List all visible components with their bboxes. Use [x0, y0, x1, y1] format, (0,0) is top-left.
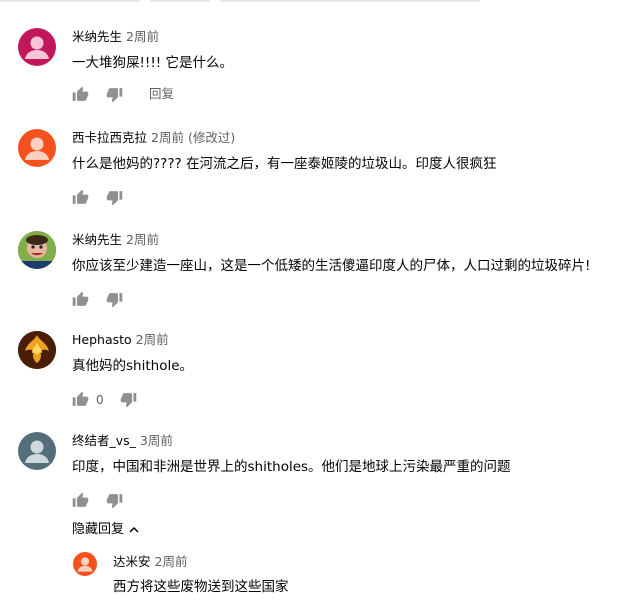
author-name[interactable]: Hephasto [72, 332, 132, 347]
hide-replies-label: 隐藏回复 [72, 522, 125, 537]
thumb-up-icon[interactable] [72, 492, 89, 509]
reply-button[interactable]: 回复 [149, 84, 174, 104]
comment-time[interactable]: 2周前 [126, 232, 159, 247]
author-name[interactable]: 终结者_vs_ [72, 433, 136, 448]
comment-time[interactable]: 3周前 [140, 433, 173, 448]
like-count: 0 [96, 393, 104, 407]
comment-text: 真他妈的shithole。 [72, 358, 194, 374]
thumb-up-icon[interactable] [72, 291, 89, 308]
thumb-up-icon[interactable] [72, 391, 89, 408]
comment-time[interactable]: 2周前 [155, 554, 188, 569]
thumb-up-icon[interactable] [72, 189, 89, 206]
reply-text: 西方将这些废物送到这些国家 [113, 579, 289, 595]
comment-time[interactable]: 2周前 [126, 29, 159, 44]
comment-time[interactable]: 2周前 [136, 332, 169, 347]
author-name[interactable]: 达米安 [113, 554, 151, 569]
top-divider [0, 0, 631, 3]
thumb-down-icon[interactable] [106, 86, 123, 103]
phoenix-image-icon [18, 331, 56, 369]
thumb-down-icon[interactable] [106, 492, 123, 509]
person-silhouette-icon [25, 36, 49, 59]
comment-time[interactable]: 2周前 [151, 130, 184, 145]
comment-text: 印度，中国和非洲是世界上的shitholes。他们是地球上污染最严重的问题 [72, 459, 511, 475]
thumb-down-icon[interactable] [106, 291, 123, 308]
comment-header: 西卡拉西克拉 2周前 (修改过) [72, 130, 235, 146]
avatar[interactable] [18, 129, 56, 167]
comment-header: 米纳先生 2周前 [72, 232, 159, 248]
comment-text: 什么是他妈的???? 在河流之后，有一座泰姬陵的垃圾山。印度人很疯狂 [72, 156, 497, 172]
comment-header: 米纳先生 2周前 [72, 29, 159, 45]
person-silhouette-icon [77, 557, 93, 572]
edited-label: (修改过) [187, 130, 236, 145]
avatar[interactable] [18, 331, 56, 369]
avatar[interactable] [18, 432, 56, 470]
avatar[interactable] [18, 28, 56, 66]
thumb-down-icon[interactable] [106, 189, 123, 206]
person-photo-icon [18, 231, 56, 269]
comment-text: 你应该至少建造一座山，这是一个低矮的生活傻逼印度人的尸体，人口过剩的垃圾碎片! [72, 258, 591, 274]
thumb-down-icon[interactable] [120, 391, 137, 408]
comment-header: 终结者_vs_ 3周前 [72, 433, 173, 449]
person-silhouette-icon [25, 137, 49, 160]
person-silhouette-icon [25, 440, 49, 463]
avatar[interactable] [73, 552, 97, 576]
author-name[interactable]: 西卡拉西克拉 [72, 130, 147, 145]
hide-replies-button[interactable]: 隐藏回复 [72, 521, 140, 539]
chevron-up-icon [129, 526, 139, 533]
author-name[interactable]: 米纳先生 [72, 29, 122, 44]
comment-header: Hephasto 2周前 [72, 332, 169, 348]
avatar[interactable] [18, 231, 56, 269]
thumb-up-icon[interactable] [72, 86, 89, 103]
reply-header: 达米安 2周前 [113, 554, 187, 570]
comment-text: 一大堆狗屎!!!! 它是什么。 [72, 55, 233, 71]
author-name[interactable]: 米纳先生 [72, 232, 122, 247]
